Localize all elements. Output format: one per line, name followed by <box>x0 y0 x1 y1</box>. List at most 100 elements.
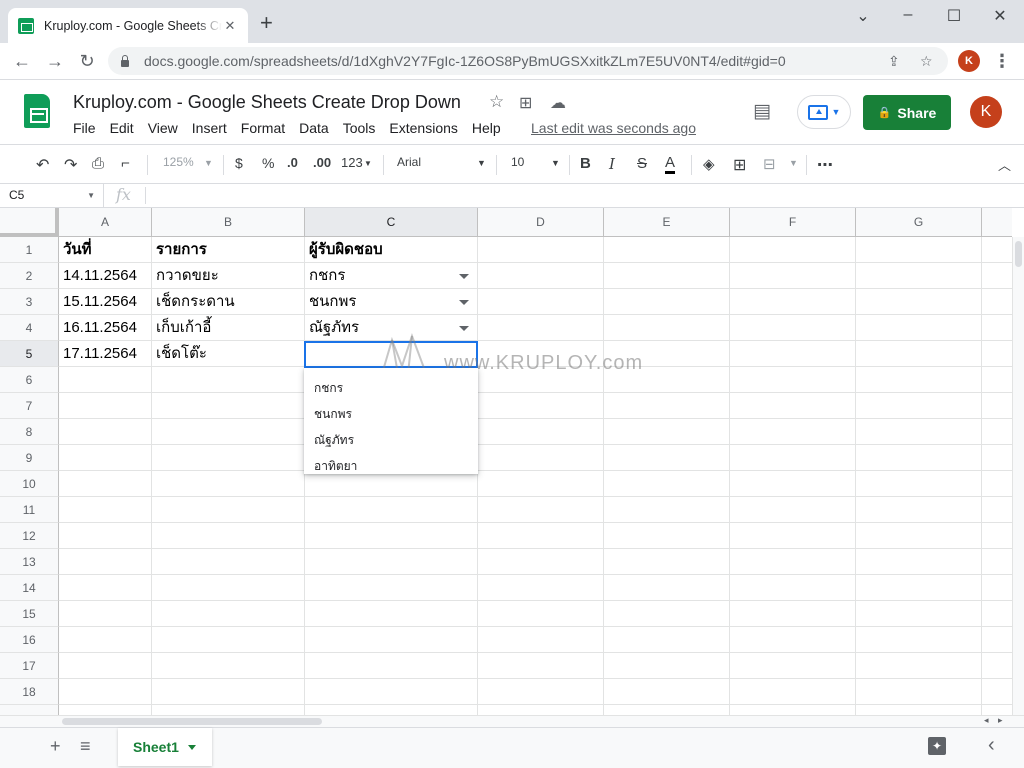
cell-c4[interactable]: ณัฐภัทร <box>305 315 359 341</box>
font-size-select[interactable]: 10 <box>511 155 524 169</box>
maximize-button[interactable]: ☐ <box>939 6 969 26</box>
vertical-scroll-thumb[interactable] <box>1015 241 1022 267</box>
document-title[interactable]: Kruploy.com - Google Sheets Create Drop … <box>73 92 461 113</box>
text-color-button[interactable]: A <box>665 155 676 174</box>
column-header-c[interactable]: C <box>305 208 478 237</box>
row-header-1[interactable]: 1 <box>0 237 59 263</box>
cell-b5[interactable]: เช็ดโต๊ะ <box>152 341 207 367</box>
cell-c2[interactable]: กชกร <box>305 263 345 289</box>
dropdown-option[interactable]: ชนกพร <box>304 401 478 427</box>
row-header-10[interactable]: 10 <box>0 471 59 497</box>
collapse-toolbar-icon[interactable]: ︿ <box>998 155 1011 174</box>
row-header-4[interactable]: 4 <box>0 315 59 341</box>
borders-icon[interactable]: ⊞ <box>733 155 746 175</box>
redo-icon[interactable]: ↷ <box>64 155 77 175</box>
add-sheet-button[interactable]: + <box>50 736 61 757</box>
fill-color-icon[interactable]: ◈ <box>703 155 715 173</box>
star-icon[interactable]: ☆ <box>489 92 504 112</box>
row-header-15[interactable]: 15 <box>0 601 59 627</box>
user-avatar[interactable]: K <box>970 96 1002 128</box>
cell-b2[interactable]: กวาดขยะ <box>152 263 219 289</box>
select-all-corner[interactable] <box>0 208 59 237</box>
bookmark-star-icon[interactable]: ☆ <box>920 53 933 70</box>
browser-tab[interactable]: Kruploy.com - Google Sheets Create Drop … <box>8 8 248 43</box>
column-header-d[interactable]: D <box>478 208 604 237</box>
active-cell-c5[interactable] <box>304 341 478 368</box>
cell-a1[interactable]: วันที่ <box>59 237 92 263</box>
name-box[interactable]: C5 ▼ <box>0 184 104 207</box>
new-tab-button[interactable]: + <box>260 12 273 34</box>
increase-decimal-button[interactable]: .00 <box>313 155 331 170</box>
forward-button[interactable]: → <box>43 50 67 72</box>
row-header-11[interactable]: 11 <box>0 497 59 523</box>
dropdown-option[interactable]: กชกร <box>304 375 478 401</box>
spreadsheet-grid[interactable]: A B C D E F G 1 2 3 4 5 6 7 8 9 10 11 12… <box>0 208 1012 715</box>
menu-tools[interactable]: Tools <box>343 120 376 136</box>
share-page-icon[interactable]: ⇪ <box>888 53 900 70</box>
cell-c3[interactable]: ชนกพร <box>305 289 356 315</box>
scroll-left-icon[interactable]: ◂ <box>984 715 989 726</box>
undo-icon[interactable]: ↶ <box>36 155 49 175</box>
cell-c1[interactable]: ผู้รับผิดชอบ <box>305 237 383 263</box>
column-header-h[interactable] <box>982 208 1012 237</box>
share-button[interactable]: 🔒 Share <box>863 95 951 130</box>
row-header-2[interactable]: 2 <box>0 263 59 289</box>
row-header-8[interactable]: 8 <box>0 419 59 445</box>
browser-menu-icon[interactable]: ⋮ <box>990 50 1014 72</box>
last-edit-link[interactable]: Last edit was seconds ago <box>531 120 696 136</box>
row-header-19[interactable] <box>0 705 59 715</box>
currency-format-button[interactable]: $ <box>235 155 243 171</box>
menu-insert[interactable]: Insert <box>192 120 227 136</box>
present-button[interactable]: ▼ <box>797 95 851 129</box>
paint-format-icon[interactable]: ⌐ <box>121 155 130 172</box>
row-header-17[interactable]: 17 <box>0 653 59 679</box>
menu-edit[interactable]: Edit <box>110 120 134 136</box>
column-header-b[interactable]: B <box>152 208 305 237</box>
row-header-16[interactable]: 16 <box>0 627 59 653</box>
horizontal-scroll-thumb[interactable] <box>62 718 322 725</box>
dropdown-option[interactable]: อาทิตยา <box>304 453 478 479</box>
all-sheets-button[interactable]: ≡ <box>80 736 91 757</box>
dropdown-option[interactable]: ณัฐภัทร <box>304 427 478 453</box>
row-header-5[interactable]: 5 <box>0 341 59 367</box>
font-family-select[interactable]: Arial <box>397 155 421 169</box>
back-button[interactable]: ← <box>10 50 34 72</box>
print-icon[interactable]: ⎙ <box>92 155 104 172</box>
more-tools-button[interactable]: ⋯ <box>817 155 833 175</box>
zoom-select[interactable]: 125% <box>163 155 194 169</box>
horizontal-scrollbar[interactable]: ◂ ▸ <box>0 715 1024 727</box>
scroll-right-icon[interactable]: ▸ <box>998 715 1003 726</box>
merge-cells-icon[interactable]: ⊟ <box>763 155 776 173</box>
browser-profile-avatar[interactable]: K <box>958 50 980 72</box>
dropdown-arrow-icon[interactable] <box>459 274 469 279</box>
column-header-g[interactable]: G <box>856 208 982 237</box>
cell-a2[interactable]: 14.11.2564 <box>59 263 137 289</box>
cell-a4[interactable]: 16.11.2564 <box>59 315 137 341</box>
cell-a5[interactable]: 17.11.2564 <box>59 341 137 367</box>
address-bar[interactable]: docs.google.com/spreadsheets/d/1dXghV2Y7… <box>108 47 948 75</box>
chevron-down-icon[interactable] <box>188 745 196 750</box>
tab-close-icon[interactable]: ✕ <box>222 18 238 34</box>
row-header-7[interactable]: 7 <box>0 393 59 419</box>
row-header-14[interactable]: 14 <box>0 575 59 601</box>
row-header-13[interactable]: 13 <box>0 549 59 575</box>
sheet-tab-sheet1[interactable]: Sheet1 <box>118 728 212 766</box>
explore-icon[interactable]: ✦ <box>928 737 946 755</box>
reload-button[interactable]: ↻ <box>75 50 99 72</box>
strikethrough-button[interactable]: S <box>637 155 647 172</box>
sheets-logo-icon[interactable] <box>24 94 50 128</box>
menu-file[interactable]: File <box>73 120 96 136</box>
cell-b4[interactable]: เก็บเก้าอี้ <box>152 315 211 341</box>
row-header-9[interactable]: 9 <box>0 445 59 471</box>
dropdown-arrow-icon[interactable] <box>459 300 469 305</box>
bold-button[interactable]: B <box>580 155 591 172</box>
more-formats-button[interactable]: 123 <box>341 155 363 170</box>
row-header-18[interactable]: 18 <box>0 679 59 705</box>
comments-icon[interactable]: ▤ <box>753 100 771 123</box>
column-header-f[interactable]: F <box>730 208 856 237</box>
column-header-e[interactable]: E <box>604 208 730 237</box>
dropdown-arrow-icon[interactable] <box>459 326 469 331</box>
row-header-12[interactable]: 12 <box>0 523 59 549</box>
percent-format-button[interactable]: % <box>262 155 274 171</box>
close-window-button[interactable]: ✕ <box>985 6 1015 26</box>
